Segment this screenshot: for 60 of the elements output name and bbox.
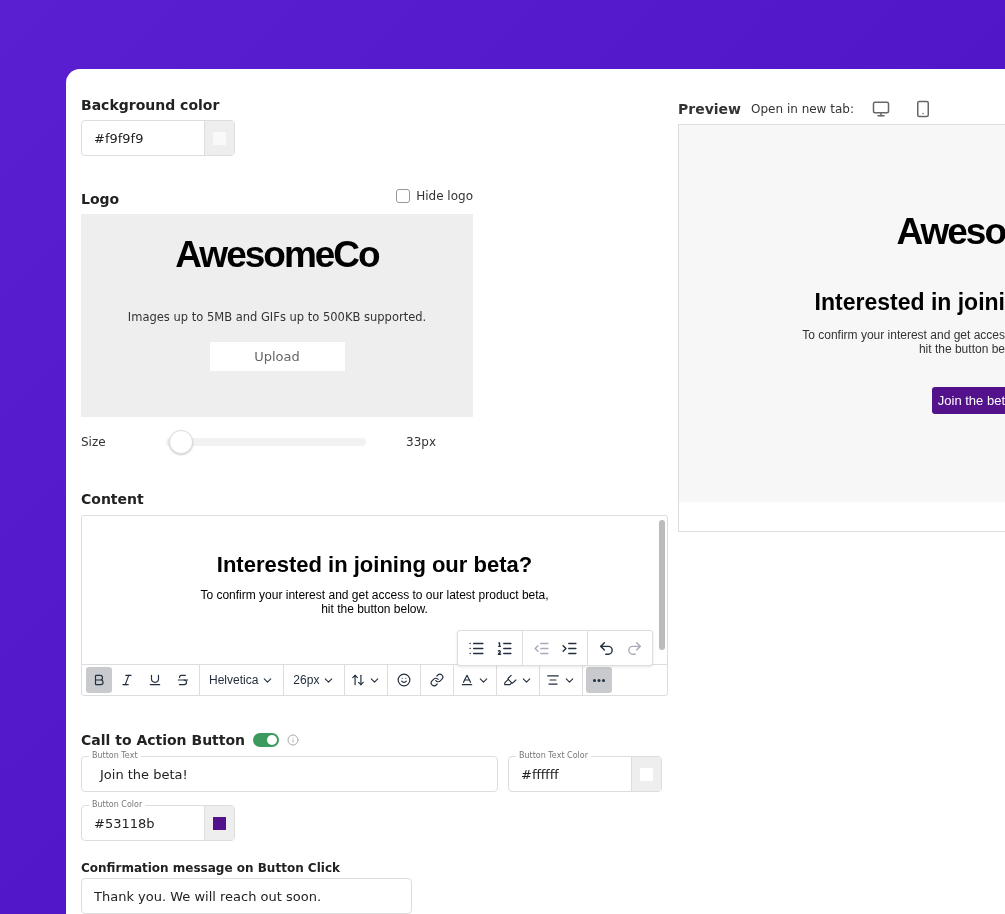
color-swatch[interactable]	[204, 806, 234, 840]
emoji-icon	[397, 673, 412, 687]
more-button[interactable]	[586, 667, 613, 693]
color-swatch[interactable]	[631, 757, 661, 791]
line-height-icon	[351, 673, 366, 687]
field-label: Confirmation message on Button Click	[81, 861, 341, 875]
underline-icon	[148, 673, 162, 687]
upload-button[interactable]: Upload	[209, 342, 345, 371]
slider-value: 33px	[406, 435, 436, 449]
slider-thumb[interactable]	[169, 430, 194, 454]
toggle-switch[interactable]	[253, 733, 280, 747]
field-value: #f9f9f9	[93, 130, 145, 146]
logo-wordmark: AwesomeCo	[175, 234, 379, 276]
bold-icon	[92, 673, 106, 687]
field-value: Join the beta!	[98, 766, 189, 782]
highlighter-icon	[503, 673, 518, 687]
section-label: Logo	[81, 191, 120, 207]
desktop-button[interactable]	[872, 100, 890, 118]
redo-icon	[625, 639, 643, 657]
section-label: Call to Action Button	[81, 732, 246, 748]
smartphone-icon	[914, 100, 932, 118]
checkbox[interactable]	[396, 189, 411, 203]
link-icon	[430, 673, 445, 687]
more-icon	[593, 678, 606, 682]
section-label: Background color	[81, 97, 221, 113]
mobile-button[interactable]	[914, 100, 932, 118]
rich-text-editor[interactable]: Interested in joining our beta? To confirm your interest and get access to our latest product beta, hit the button below. Helvetica 26px	[81, 515, 668, 696]
color-swatch[interactable]	[204, 121, 234, 155]
slider-label: Size	[81, 435, 107, 449]
content-heading: Interested in joining our beta?	[216, 552, 533, 578]
field-label: Button Text	[89, 750, 141, 761]
checkbox-label: Hide logo	[416, 189, 473, 203]
field-label: Button Text Color	[516, 750, 591, 761]
field-label: Button Color	[89, 799, 146, 810]
toolbar-dropdown[interactable]: Helvetica	[203, 667, 281, 693]
open-in-new-tab-label: Open in new tab:	[751, 102, 854, 116]
undo-icon	[597, 639, 615, 657]
color-field[interactable]: #f9f9f9	[81, 120, 235, 156]
preview-paragraph: To confirm your interest and get acces hit the button be	[802, 328, 1005, 357]
toolbar-dropdown[interactable]: 26px	[287, 667, 342, 693]
italic-icon	[120, 673, 134, 687]
field-value: #53118b	[93, 815, 156, 831]
upload-hint: Images up to 5MB and GIFs up to 500KB supported.	[127, 310, 427, 324]
monitor-icon	[872, 100, 890, 118]
align-center-icon	[546, 673, 561, 687]
bold-button[interactable]	[86, 667, 112, 693]
text-color-icon	[460, 673, 475, 687]
cta-button[interactable]: Join the bet	[931, 386, 1005, 414]
logo-wordmark: Aweso	[896, 211, 1005, 253]
section-label: Content	[81, 491, 145, 507]
field-value: #ffffff	[520, 766, 560, 782]
preview-heading: Interested in joini	[814, 289, 1005, 316]
field-value: Thank you. We will reach out soon.	[93, 888, 323, 904]
numbered-list-icon	[495, 639, 513, 657]
strikethrough-icon	[176, 673, 190, 687]
input-field[interactable]: Thank you. We will reach out soon.	[81, 878, 412, 914]
logo-upload-area[interactable]: AwesomeCo Images up to 5MB and GIFs up to 500KB supported. Upload	[81, 214, 473, 417]
scrollbar[interactable]	[659, 520, 665, 650]
content-paragraph: To confirm your interest and get access to our latest product beta, hit the button below.	[200, 588, 549, 617]
preview-label: Preview	[678, 101, 741, 117]
